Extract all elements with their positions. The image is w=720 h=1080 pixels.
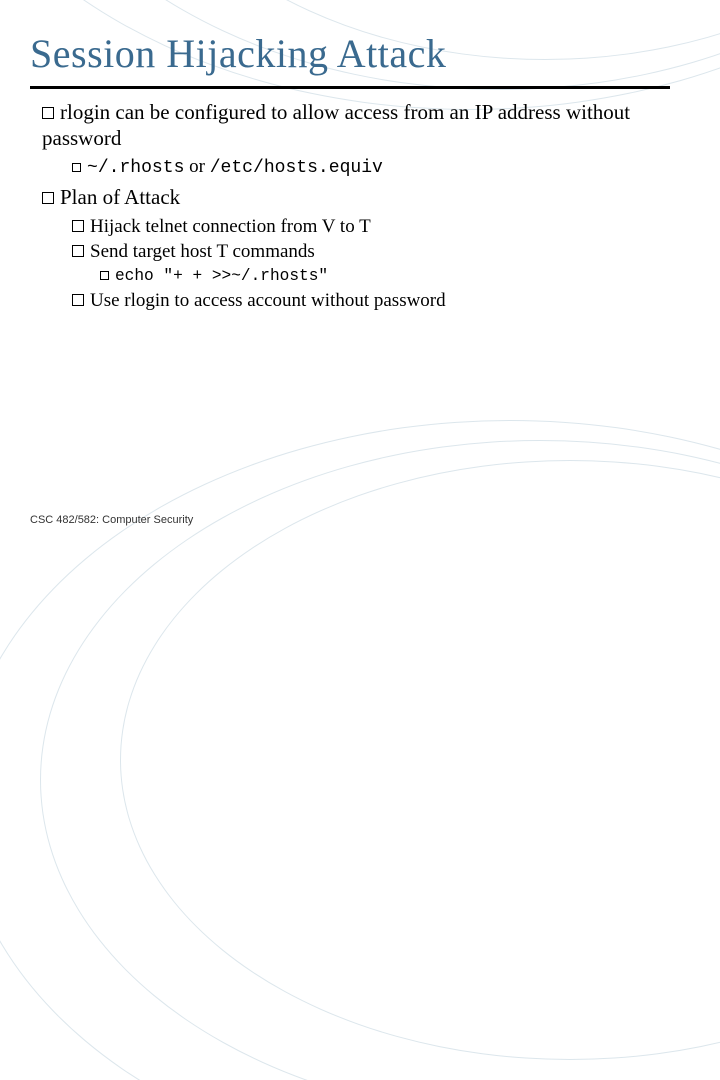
code-text: /etc/hosts.equiv (210, 158, 383, 178)
square-bullet-icon (72, 163, 81, 172)
square-bullet-icon (72, 245, 84, 257)
slide-title: Session Hijacking Attack (30, 30, 446, 77)
text: rlogin can be configured to allow access… (42, 100, 630, 150)
slide-body: rlogin can be configured to allow access… (42, 100, 680, 314)
text: Hijack telnet connection from V to T (90, 216, 371, 237)
text: Use rlogin to access account without pas… (90, 290, 446, 311)
bullet-send: Send target host T commands (72, 240, 680, 263)
bullet-use-rlogin: Use rlogin to access account without pas… (72, 289, 680, 312)
square-bullet-icon (100, 271, 109, 280)
square-bullet-icon (42, 107, 54, 119)
square-bullet-icon (72, 294, 84, 306)
text: Send target host T commands (90, 241, 315, 262)
bullet-echo: echo "+ + >>~/.rhosts" (100, 265, 680, 287)
text: or (184, 156, 209, 177)
bullet-hijack: Hijack telnet connection from V to T (72, 215, 680, 238)
slide-footer: CSC 482/582: Computer Security (30, 514, 193, 526)
square-bullet-icon (42, 192, 54, 204)
bullet-rlogin: rlogin can be configured to allow access… (42, 100, 680, 151)
square-bullet-icon (72, 220, 84, 232)
code-text: ~/.rhosts (87, 158, 184, 178)
code-text: echo "+ + >>~/.rhosts" (115, 267, 328, 285)
text: Plan of Attack (60, 185, 180, 209)
bullet-plan: Plan of Attack (42, 185, 680, 211)
title-underline (30, 86, 670, 89)
bullet-rhosts: ~/.rhosts or /etc/hosts.equiv (72, 155, 680, 179)
